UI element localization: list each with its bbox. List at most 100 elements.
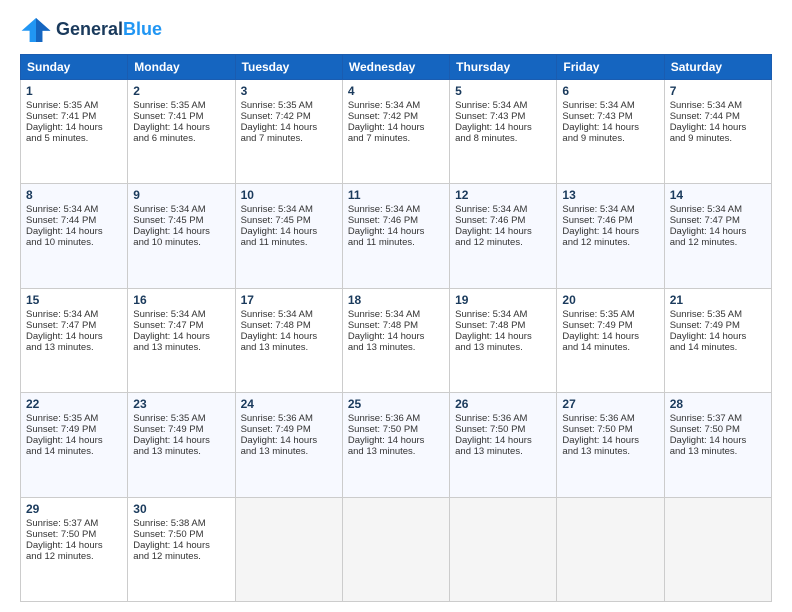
logo-general: General [56, 19, 123, 39]
day-info-line: Sunrise: 5:35 AM [562, 309, 658, 320]
calendar-table: SundayMondayTuesdayWednesdayThursdayFrid… [20, 54, 772, 602]
day-info-line: Daylight: 14 hours [455, 226, 551, 237]
calendar-cell: 20Sunrise: 5:35 AMSunset: 7:49 PMDayligh… [557, 288, 664, 392]
day-info-line: Daylight: 14 hours [670, 331, 766, 342]
calendar-week-row: 8Sunrise: 5:34 AMSunset: 7:44 PMDaylight… [21, 184, 772, 288]
day-info-line: and 13 minutes. [455, 446, 551, 457]
day-info-line: Daylight: 14 hours [26, 331, 122, 342]
day-info-line: and 12 minutes. [670, 237, 766, 248]
day-info-line: Daylight: 14 hours [133, 331, 229, 342]
day-info-line: Daylight: 14 hours [348, 226, 444, 237]
day-info-line: and 13 minutes. [670, 446, 766, 457]
day-info-line: and 13 minutes. [348, 342, 444, 353]
day-info-line: Sunset: 7:49 PM [670, 320, 766, 331]
day-info-line: and 12 minutes. [455, 237, 551, 248]
calendar-cell: 10Sunrise: 5:34 AMSunset: 7:45 PMDayligh… [235, 184, 342, 288]
day-number: 21 [670, 293, 766, 307]
day-number: 30 [133, 502, 229, 516]
day-info-line: and 13 minutes. [241, 446, 337, 457]
day-info-line: Daylight: 14 hours [133, 122, 229, 133]
calendar-cell [342, 497, 449, 601]
calendar-cell: 16Sunrise: 5:34 AMSunset: 7:47 PMDayligh… [128, 288, 235, 392]
day-number: 4 [348, 84, 444, 98]
calendar-cell: 9Sunrise: 5:34 AMSunset: 7:45 PMDaylight… [128, 184, 235, 288]
day-info-line: Sunset: 7:44 PM [670, 111, 766, 122]
day-info-line: Sunrise: 5:34 AM [133, 204, 229, 215]
calendar-cell: 29Sunrise: 5:37 AMSunset: 7:50 PMDayligh… [21, 497, 128, 601]
day-number: 9 [133, 188, 229, 202]
day-info-line: Sunrise: 5:34 AM [670, 100, 766, 111]
day-info-line: Sunrise: 5:34 AM [133, 309, 229, 320]
calendar-cell: 25Sunrise: 5:36 AMSunset: 7:50 PMDayligh… [342, 393, 449, 497]
day-info-line: Daylight: 14 hours [241, 331, 337, 342]
day-header-saturday: Saturday [664, 55, 771, 80]
day-info-line: Sunset: 7:49 PM [26, 424, 122, 435]
day-info-line: and 12 minutes. [26, 551, 122, 562]
day-info-line: Sunset: 7:44 PM [26, 215, 122, 226]
day-number: 28 [670, 397, 766, 411]
day-info-line: and 14 minutes. [562, 342, 658, 353]
day-info-line: and 6 minutes. [133, 133, 229, 144]
day-info-line: Daylight: 14 hours [562, 435, 658, 446]
day-info-line: Sunset: 7:46 PM [562, 215, 658, 226]
day-info-line: and 13 minutes. [455, 342, 551, 353]
calendar-cell: 2Sunrise: 5:35 AMSunset: 7:41 PMDaylight… [128, 80, 235, 184]
day-info-line: Sunrise: 5:34 AM [455, 204, 551, 215]
day-info-line: Daylight: 14 hours [26, 226, 122, 237]
calendar-week-row: 22Sunrise: 5:35 AMSunset: 7:49 PMDayligh… [21, 393, 772, 497]
day-info-line: and 13 minutes. [348, 446, 444, 457]
day-header-tuesday: Tuesday [235, 55, 342, 80]
day-number: 7 [670, 84, 766, 98]
day-info-line: and 12 minutes. [133, 551, 229, 562]
day-number: 19 [455, 293, 551, 307]
day-info-line: Daylight: 14 hours [670, 226, 766, 237]
day-info-line: Sunset: 7:50 PM [133, 529, 229, 540]
day-info-line: Sunset: 7:48 PM [348, 320, 444, 331]
calendar-cell: 4Sunrise: 5:34 AMSunset: 7:42 PMDaylight… [342, 80, 449, 184]
day-info-line: Sunset: 7:50 PM [348, 424, 444, 435]
calendar-cell: 11Sunrise: 5:34 AMSunset: 7:46 PMDayligh… [342, 184, 449, 288]
day-info-line: Daylight: 14 hours [455, 435, 551, 446]
day-info-line: Daylight: 14 hours [562, 226, 658, 237]
day-info-line: Sunset: 7:48 PM [455, 320, 551, 331]
logo-icon [20, 16, 52, 44]
day-number: 18 [348, 293, 444, 307]
logo-blue: Blue [123, 19, 162, 39]
day-info-line: Sunset: 7:43 PM [562, 111, 658, 122]
day-info-line: Daylight: 14 hours [455, 331, 551, 342]
day-number: 6 [562, 84, 658, 98]
day-info-line: Sunset: 7:47 PM [670, 215, 766, 226]
day-number: 15 [26, 293, 122, 307]
day-info-line: Sunrise: 5:36 AM [562, 413, 658, 424]
day-info-line: and 11 minutes. [241, 237, 337, 248]
day-info-line: Sunrise: 5:34 AM [26, 309, 122, 320]
calendar-cell: 28Sunrise: 5:37 AMSunset: 7:50 PMDayligh… [664, 393, 771, 497]
day-info-line: Sunrise: 5:34 AM [455, 309, 551, 320]
day-number: 13 [562, 188, 658, 202]
day-info-line: and 13 minutes. [562, 446, 658, 457]
day-info-line: Daylight: 14 hours [348, 331, 444, 342]
day-info-line: and 11 minutes. [348, 237, 444, 248]
calendar-cell: 6Sunrise: 5:34 AMSunset: 7:43 PMDaylight… [557, 80, 664, 184]
calendar-week-row: 1Sunrise: 5:35 AMSunset: 7:41 PMDaylight… [21, 80, 772, 184]
day-info-line: Sunset: 7:41 PM [26, 111, 122, 122]
logo-name: GeneralBlue [56, 20, 162, 40]
calendar-cell: 13Sunrise: 5:34 AMSunset: 7:46 PMDayligh… [557, 184, 664, 288]
calendar-cell: 12Sunrise: 5:34 AMSunset: 7:46 PMDayligh… [450, 184, 557, 288]
day-header-friday: Friday [557, 55, 664, 80]
day-info-line: Sunrise: 5:35 AM [133, 413, 229, 424]
day-info-line: Sunrise: 5:37 AM [26, 518, 122, 529]
day-number: 11 [348, 188, 444, 202]
day-number: 27 [562, 397, 658, 411]
day-info-line: Daylight: 14 hours [241, 435, 337, 446]
day-info-line: Sunset: 7:47 PM [133, 320, 229, 331]
day-info-line: and 7 minutes. [241, 133, 337, 144]
day-info-line: Sunset: 7:45 PM [241, 215, 337, 226]
day-info-line: Sunset: 7:45 PM [133, 215, 229, 226]
calendar-cell: 14Sunrise: 5:34 AMSunset: 7:47 PMDayligh… [664, 184, 771, 288]
day-number: 1 [26, 84, 122, 98]
day-number: 12 [455, 188, 551, 202]
day-info-line: Sunset: 7:42 PM [241, 111, 337, 122]
header: GeneralBlue [20, 16, 772, 44]
day-number: 17 [241, 293, 337, 307]
